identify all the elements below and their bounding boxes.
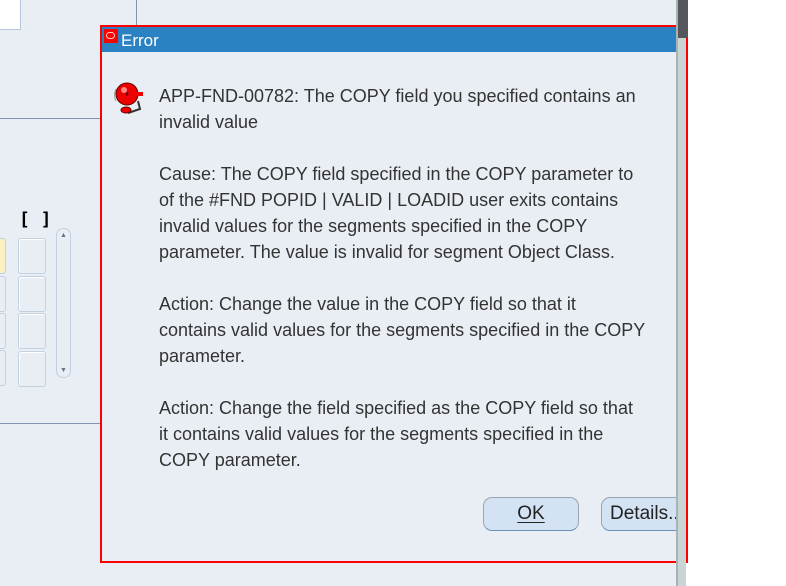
message-line: invalid value: [159, 112, 259, 132]
grid-checkbox-cell[interactable]: [18, 313, 46, 349]
message-line: [159, 135, 679, 161]
divider: [136, 0, 137, 26]
message-line: of the #FND POPID | VALID | LOADID user …: [159, 190, 619, 210]
grid-checkbox-cell[interactable]: [18, 238, 46, 274]
scrollbar-thumb[interactable]: [678, 0, 688, 38]
message-line: Cause: The COPY field specified in the C…: [159, 164, 634, 184]
divider: [0, 118, 100, 119]
details-button[interactable]: Details...: [601, 497, 686, 531]
text-field[interactable]: [0, 0, 21, 30]
error-dialog: Error APP-FND-00782: The COPY field you …: [100, 25, 688, 563]
divider: [0, 423, 100, 424]
scroll-up-icon[interactable]: ▲: [60, 232, 67, 239]
bracket-label: [ ]: [19, 209, 52, 230]
message-line: COPY parameter.: [159, 450, 301, 470]
message-line: contains valid values for the segments s…: [159, 320, 646, 340]
message-line: parameter. The value is invalid for segm…: [159, 242, 615, 262]
grid-checkbox-cell[interactable]: [18, 351, 46, 387]
message-line: [159, 369, 679, 395]
message-line: invalid values for the segments specifie…: [159, 216, 588, 236]
grid-checkbox-cell[interactable]: [18, 276, 46, 312]
grid-cell[interactable]: [0, 276, 6, 312]
oracle-logo-icon: [104, 29, 118, 43]
grid-cell[interactable]: [0, 350, 6, 386]
dialog-title-bar[interactable]: Error: [102, 27, 686, 52]
message-line: APP-FND-00782: The COPY field you specif…: [159, 86, 636, 106]
ok-label: OK: [517, 503, 545, 524]
message-line: [159, 265, 679, 291]
grid-cell[interactable]: [0, 238, 6, 274]
error-message: APP-FND-00782: The COPY field you specif…: [159, 83, 679, 473]
message-line: Action: Change the field specified as th…: [159, 398, 633, 418]
grid-cell[interactable]: [0, 313, 6, 349]
message-line: parameter.: [159, 346, 246, 366]
alarm-bell-icon: [114, 82, 143, 114]
message-line: Action: Change the value in the COPY fie…: [159, 294, 576, 314]
dialog-title: Error: [121, 31, 159, 50]
message-line: it contains valid values for the segment…: [159, 424, 604, 444]
scroll-down-icon[interactable]: ▼: [60, 367, 67, 374]
ok-button[interactable]: OK: [483, 497, 579, 531]
window-edge-scrollbar[interactable]: [676, 0, 688, 586]
vertical-scrollbar[interactable]: ▲ ▼: [56, 228, 71, 378]
details-label: Details...: [610, 503, 684, 524]
